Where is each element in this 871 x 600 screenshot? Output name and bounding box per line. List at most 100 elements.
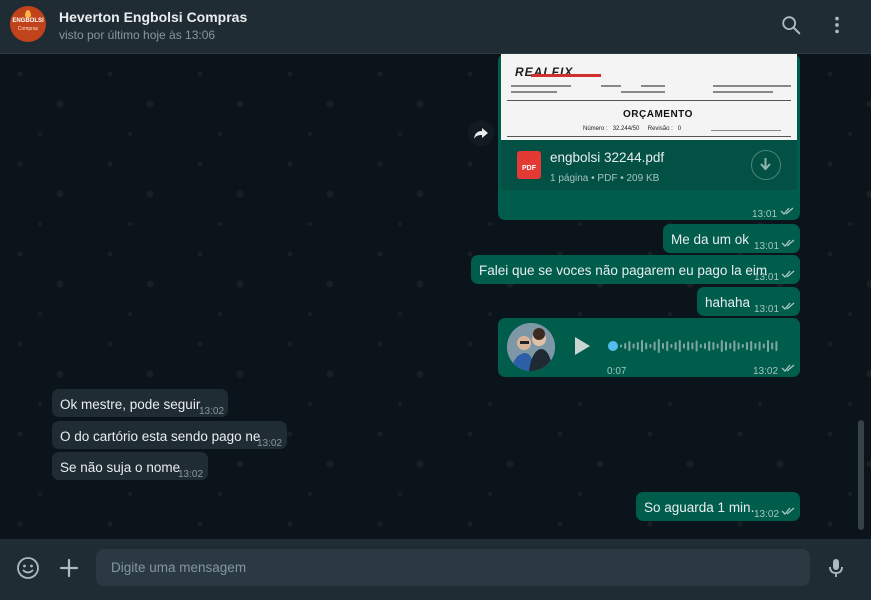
waveform-bar: [695, 340, 698, 352]
preview-numero-label: Número :: [583, 126, 608, 132]
search-icon[interactable]: [780, 14, 802, 36]
waveform-bar: [632, 343, 635, 349]
message-time: 13:01: [754, 304, 780, 315]
read-ticks-icon: [781, 270, 795, 278]
preview-revisao-value: 0: [677, 126, 682, 132]
message-time: 13:01: [754, 241, 780, 252]
waveform-bar: [691, 342, 694, 350]
message-time: 13:02: [754, 509, 780, 520]
download-button[interactable]: [751, 150, 781, 180]
preview-divider: [507, 136, 791, 137]
read-ticks-icon: [781, 239, 795, 247]
chat-scrollbar[interactable]: [858, 420, 864, 530]
document-file-name: engbolsi 32244.pdf: [550, 150, 665, 165]
voice-waveform[interactable]: [608, 335, 784, 357]
preview-text-line: [511, 85, 571, 87]
waveform-bar: [762, 343, 765, 349]
waveform-bar: [670, 344, 673, 348]
contact-last-seen: visto por último hoje às 13:06: [59, 28, 216, 42]
preview-text-line: [711, 130, 781, 131]
preview-text-line: [713, 91, 773, 93]
waveform-bar: [741, 344, 744, 348]
pdf-file-icon: PDF: [517, 151, 541, 179]
message-time: 13:02: [257, 438, 283, 449]
document-message[interactable]: REALFIX ORÇAMENTO Número : 32.244/50 Rev…: [498, 54, 800, 220]
preview-text-line: [641, 85, 665, 87]
waveform-bar: [628, 341, 631, 351]
waveform-bar: [733, 340, 736, 352]
menu-icon[interactable]: [826, 14, 848, 36]
forward-icon: [474, 128, 488, 139]
message-time: 13:01: [754, 272, 780, 283]
waveform-bar: [666, 341, 669, 351]
read-ticks-icon: [781, 507, 795, 515]
waveform-bar: [754, 343, 757, 349]
waveform-bar: [704, 343, 706, 349]
waveform-bar: [720, 340, 723, 352]
read-ticks-icon: [780, 207, 794, 215]
message-text: hahaha: [705, 295, 751, 310]
preview-revisao-label: Revisão :: [647, 126, 673, 132]
play-icon[interactable]: [571, 334, 593, 358]
contact-avatar[interactable]: ENGBOLSI Compras: [10, 6, 46, 42]
message-time: 13:02: [753, 366, 779, 377]
waveform-bar: [620, 344, 622, 348]
avatar-logo-text: ENGBOLSI: [12, 18, 44, 24]
waveform-bar: [657, 339, 660, 353]
waveform-bar: [699, 344, 702, 348]
waveform-bar: [775, 341, 778, 351]
preview-text-line: [601, 85, 621, 87]
waveform-bar: [641, 340, 643, 352]
chat-messages-area[interactable]: REALFIX ORÇAMENTO Número : 32.244/50 Rev…: [0, 54, 871, 539]
message-bubble-incoming[interactable]: O do cartório esta sendo pago ne 13:02: [52, 421, 287, 449]
contact-name[interactable]: Heverton Engbolsi Compras: [59, 9, 247, 25]
avatar-photo-icon: [507, 323, 555, 371]
waveform-bar: [683, 343, 685, 349]
forward-button[interactable]: [468, 120, 494, 146]
message-text: So aguarda 1 min.: [644, 500, 755, 515]
waveform-bar: [737, 342, 740, 350]
waveform-bar: [649, 344, 652, 348]
voice-message[interactable]: 0:07 13:02: [498, 318, 800, 377]
voice-sender-avatar: [507, 323, 555, 371]
pdf-icon-label: PDF: [522, 165, 536, 172]
plus-icon[interactable]: [57, 556, 81, 580]
document-preview-logo: REALFIX: [515, 65, 574, 79]
message-bubble-incoming[interactable]: Ok mestre, pode seguir 13:02: [52, 389, 228, 417]
document-file-info[interactable]: PDF engbolsi 32244.pdf 1 página • PDF • …: [501, 140, 797, 190]
message-bubble-outgoing[interactable]: hahaha 13:01: [697, 287, 800, 316]
document-preview[interactable]: REALFIX ORÇAMENTO Número : 32.244/50 Rev…: [501, 54, 797, 140]
waveform-seek-knob[interactable]: [608, 341, 618, 351]
message-bubble-outgoing[interactable]: Falei que se voces não pagarem eu pago l…: [471, 255, 800, 284]
avatar-logo-subtext: Compras: [17, 26, 39, 32]
preview-numero-value: 32.244/50: [612, 126, 640, 132]
waveform-bar: [729, 343, 732, 349]
voice-duration: 0:07: [607, 366, 627, 377]
mic-icon[interactable]: [824, 556, 848, 580]
message-bubble-outgoing[interactable]: So aguarda 1 min. 13:02: [636, 492, 800, 521]
waveform-bar: [725, 341, 727, 351]
message-text: Se não suja o nome: [60, 460, 181, 475]
emoji-icon[interactable]: [16, 556, 40, 580]
message-input[interactable]: [96, 549, 810, 586]
waveform-bar: [645, 342, 648, 350]
read-ticks-icon: [781, 302, 795, 310]
waveform-bar: [767, 340, 769, 352]
message-text: Falei que se voces não pagarem eu pago l…: [479, 263, 768, 278]
message-composer: [0, 539, 871, 600]
waveform-bar: [708, 341, 711, 351]
waveform-bar: [624, 343, 627, 349]
preview-divider: [507, 100, 791, 101]
message-bubble-outgoing[interactable]: Me da um ok 13:01: [663, 224, 800, 253]
waveform-bar: [636, 342, 639, 350]
message-text: Ok mestre, pode seguir: [60, 397, 201, 412]
waveform-bar: [678, 340, 681, 352]
waveform-bar: [758, 341, 761, 351]
preview-text-line: [621, 91, 665, 93]
waveform-bar: [716, 343, 719, 349]
waveform-bar: [750, 341, 753, 351]
message-bubble-incoming[interactable]: Se não suja o nome 13:02: [52, 452, 208, 480]
preview-text-line: [511, 91, 557, 93]
message-time: 13:01: [752, 209, 778, 220]
waveform-bar: [687, 341, 690, 351]
